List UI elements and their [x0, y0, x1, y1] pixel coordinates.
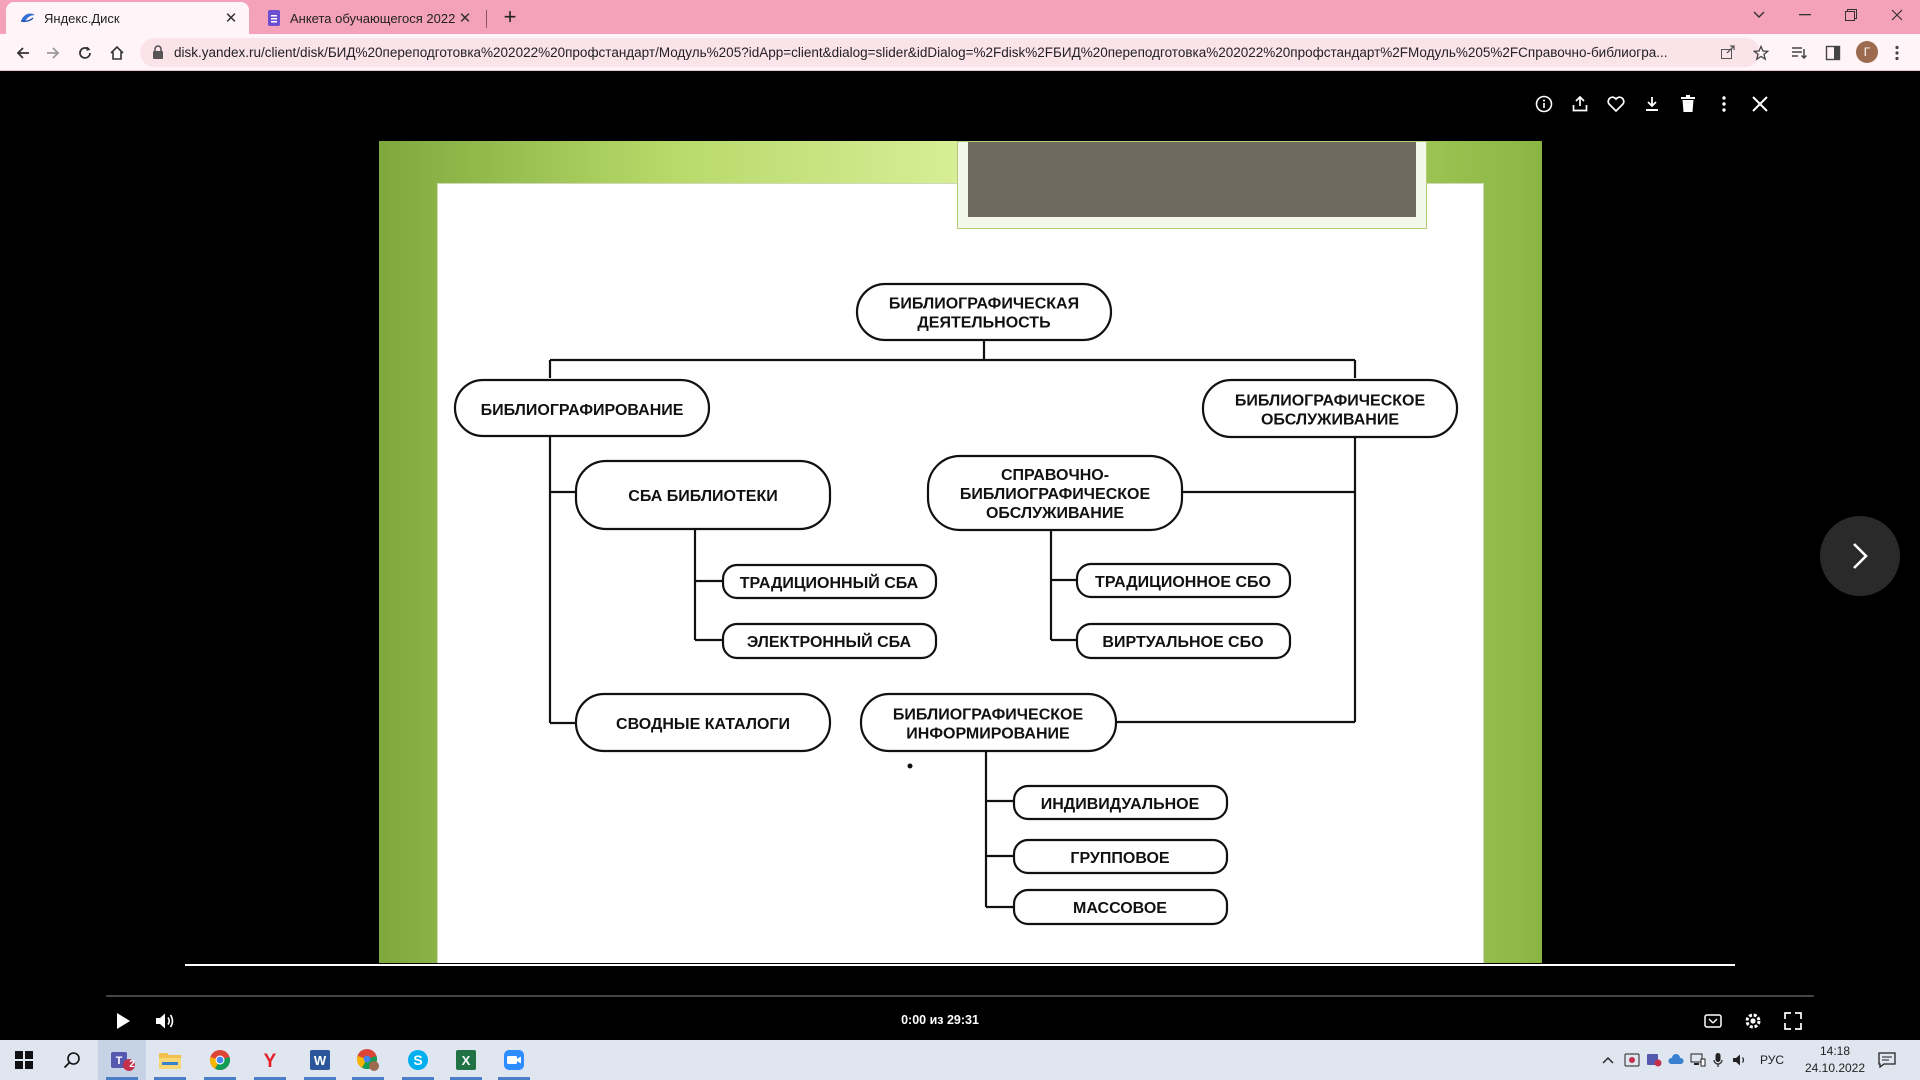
label-bibliographing: БИБЛИОГРАФИРОВАНИЕ [481, 402, 684, 419]
word-icon: W [310, 1050, 330, 1070]
clock-time: 14:18 [1819, 1044, 1851, 1058]
show-hidden-icons-icon[interactable] [1600, 1050, 1616, 1070]
speaker-icon[interactable] [1730, 1050, 1750, 1070]
chrome-app[interactable] [196, 1040, 244, 1080]
tray-app-icon[interactable] [1622, 1050, 1642, 1070]
teams-badge: 2 [129, 1059, 135, 1070]
microphone-icon[interactable] [1708, 1050, 1728, 1070]
svg-text:X: X [462, 1053, 471, 1068]
excel-app[interactable]: X [442, 1040, 490, 1080]
clock[interactable]: 14:18 24.10.2022 [1800, 1043, 1870, 1077]
yandex-browser-app[interactable]: Y [246, 1040, 294, 1080]
tray-teams-icon[interactable] [1644, 1050, 1664, 1070]
chrome-profile-app[interactable] [344, 1040, 392, 1080]
word-app[interactable]: W [296, 1040, 344, 1080]
label-sba-electronic: ЭЛЕКТРОННЫЙ СБА [747, 632, 912, 651]
excel-icon: X [456, 1050, 476, 1070]
file-explorer-app[interactable] [146, 1040, 194, 1080]
svg-text:Y: Y [264, 1051, 277, 1071]
yandex-browser-icon: Y [264, 1051, 277, 1071]
label-sbo-traditional: ТРАДИЦИОННОЕ СБО [1095, 574, 1271, 591]
teams-app[interactable]: T 2 [98, 1040, 146, 1080]
diagram-nodes [453, 282, 1459, 926]
label-group: ГРУППОВОЕ [1070, 850, 1170, 867]
skype-icon: S [408, 1050, 428, 1070]
zoom-icon [504, 1050, 524, 1070]
chrome-profile-icon [357, 1049, 379, 1071]
start-button[interactable] [0, 1040, 48, 1080]
windows-logo-icon [15, 1051, 33, 1069]
stray-dot [907, 763, 913, 769]
network-icon[interactable] [1688, 1050, 1708, 1070]
bibliographic-activity-diagram: БИБЛИОГРАФИЧЕСКАЯ ДЕЯТЕЛЬНОСТЬ БИБЛИОГРАФ… [453, 282, 1459, 926]
svg-text:T: T [116, 1055, 123, 1067]
folder-icon [159, 1053, 181, 1069]
label-sba-traditional: ТРАДИЦИОННЫЙ СБА [740, 573, 919, 592]
search-icon [63, 1052, 80, 1069]
label-sba: СБА БИБЛИОТЕКИ [628, 488, 777, 505]
clock-date: 24.10.2022 [1804, 1061, 1866, 1075]
tray-cloud-icon[interactable] [1666, 1050, 1686, 1070]
notifications-icon[interactable] [1874, 1050, 1900, 1070]
zoom-app[interactable] [490, 1040, 538, 1080]
svg-text:S: S [413, 1052, 422, 1068]
label-sbo-virtual: ВИРТУАЛЬНОЕ СБО [1102, 634, 1263, 651]
label-mass: МАССОВОЕ [1073, 900, 1167, 917]
label-union-catalogs: СВОДНЫЕ КАТАЛОГИ [616, 716, 790, 733]
search-button[interactable] [48, 1040, 96, 1080]
label-individual: ИНДИВИДУАЛЬНОЕ [1041, 796, 1200, 813]
input-language[interactable]: РУС [1754, 1050, 1790, 1070]
skype-app[interactable]: S [394, 1040, 442, 1080]
windows-taskbar: T 2 Y W S X РУС 14:18 24.10.2022 [0, 1040, 1920, 1080]
svg-text:W: W [314, 1053, 327, 1068]
chrome-icon [210, 1050, 230, 1071]
